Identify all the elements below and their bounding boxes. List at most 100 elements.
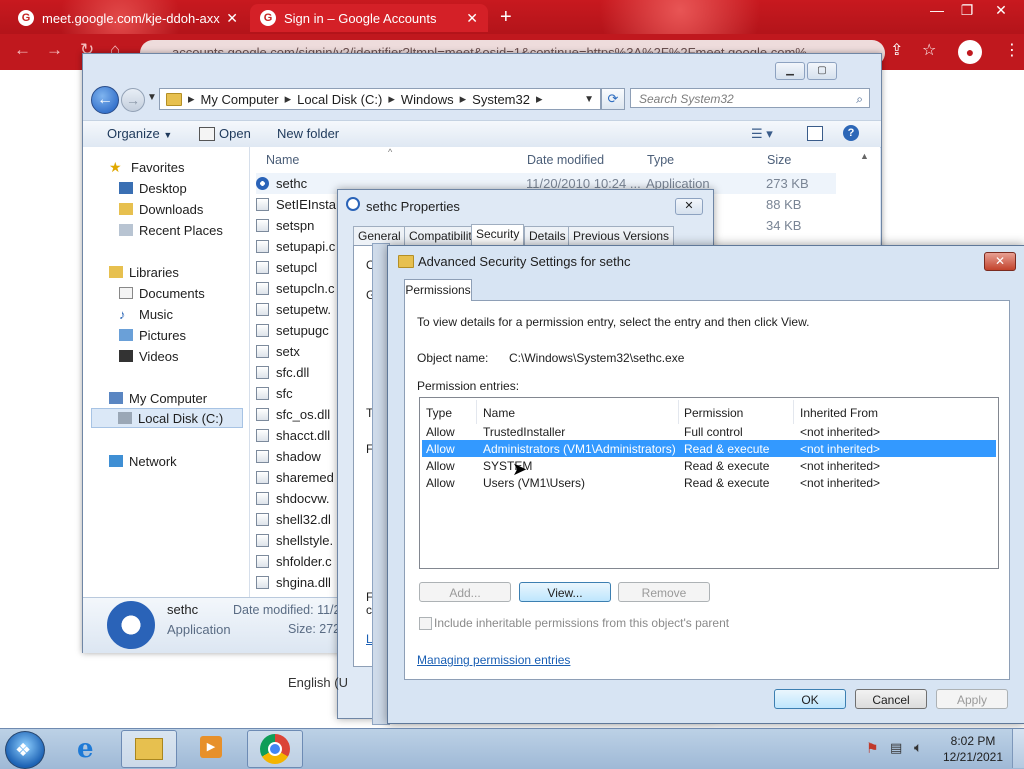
nav-pictures[interactable]: Pictures (119, 325, 186, 345)
header-divider (476, 400, 477, 424)
media-player-taskbar-button[interactable]: ▶ (184, 730, 238, 766)
restore-icon[interactable]: ❐ (952, 0, 982, 20)
help-icon[interactable]: ? (843, 125, 859, 141)
header-name[interactable]: Name (483, 406, 515, 420)
nav-libraries[interactable]: Libraries (109, 262, 179, 282)
sort-up-icon: ^ (388, 147, 393, 157)
permission-type: Allow (426, 476, 455, 490)
breadcrumb-item[interactable]: My Computer (201, 92, 279, 107)
show-desktop-button[interactable] (1012, 729, 1024, 768)
windows-logo-icon: ❖ (15, 740, 32, 760)
view-button[interactable]: View... (519, 582, 611, 602)
scroll-up-icon[interactable]: ▲ (860, 151, 869, 161)
menu-dots-icon[interactable]: ⋮ (1004, 40, 1020, 60)
permission-row[interactable]: Allow SYSTEM Read & execute <not inherited> (422, 457, 996, 474)
internet-explorer-icon: e (77, 734, 94, 764)
start-button[interactable]: ❖ (5, 731, 45, 769)
nav-favorites[interactable]: ★ Favorites (109, 157, 184, 177)
bookmark-star-icon[interactable]: ☆ (922, 40, 936, 60)
nav-downloads[interactable]: Downloads (119, 199, 203, 219)
close-icon[interactable]: ✕ (466, 10, 478, 27)
nav-my-computer[interactable]: My Computer (109, 388, 207, 408)
internet-explorer-taskbar-button[interactable]: e (64, 730, 118, 766)
close-button[interactable]: ✕ (675, 198, 703, 215)
file-icon (256, 408, 269, 421)
profile-avatar-icon[interactable]: ● (958, 40, 982, 64)
chevron-down-icon[interactable]: ▼ (584, 94, 594, 105)
apply-button[interactable]: Apply (936, 689, 1008, 709)
permission-row[interactable]: Allow Administrators (VM1\Administrators)… (422, 440, 996, 457)
chrome-taskbar-button[interactable] (247, 730, 303, 768)
action-center-flag-icon[interactable]: ⚑ (866, 740, 879, 757)
breadcrumb-item[interactable]: Local Disk (C:) (297, 92, 382, 107)
column-type[interactable]: Type (647, 153, 674, 167)
tab-previous-versions[interactable]: Previous Versions (568, 226, 675, 246)
file-name: setupapi.c (276, 239, 336, 254)
permission-row[interactable]: Allow Users (VM1\Users) Read & execute <not… (422, 474, 996, 491)
forward-arrow-icon[interactable]: → (121, 88, 145, 112)
share-icon[interactable]: ⇪ (890, 40, 903, 60)
permission-entries-list[interactable]: Type Name Permission Inherited From Allo… (419, 397, 999, 569)
folder-shape (398, 255, 414, 269)
minimize-icon[interactable]: — (922, 0, 952, 20)
organize-button[interactable]: Organize ▼ (107, 126, 172, 141)
ok-button[interactable]: OK (774, 689, 846, 709)
browser-tab-signin[interactable]: G Sign in – Google Accounts ✕ (250, 4, 488, 32)
close-icon[interactable]: ✕ (226, 10, 238, 27)
recent-pages-icon[interactable]: ▼ (147, 92, 157, 103)
column-size[interactable]: Size (767, 153, 791, 167)
tab-details[interactable]: Details (524, 226, 571, 246)
close-button[interactable]: ✕ (984, 252, 1016, 271)
file-icon (256, 240, 269, 253)
header-permission[interactable]: Permission (684, 406, 743, 420)
breadcrumb-item[interactable]: System32 (472, 92, 530, 107)
search-input[interactable]: Search System32 ⌕ (630, 88, 870, 108)
view-options-icon[interactable]: ☰ ▾ (751, 126, 773, 142)
inherit-checkbox[interactable] (419, 617, 432, 630)
new-tab-button[interactable]: + (500, 6, 512, 29)
header-type[interactable]: Type (426, 406, 452, 420)
nav-label: Desktop (139, 180, 187, 196)
breadcrumb-item[interactable]: Windows (401, 92, 454, 107)
refresh-icon[interactable]: ⟳ (601, 88, 625, 110)
forward-arrow-icon[interactable]: → (46, 40, 63, 60)
minimize-button[interactable]: ▁ (775, 62, 805, 80)
explorer-address-bar[interactable]: ▸ My Computer ▸ Local Disk (C:) ▸ Window… (159, 88, 601, 110)
cancel-button[interactable]: Cancel (855, 689, 927, 709)
browser-tab-meet[interactable]: G meet.google.com/kje-ddoh-axx ✕ (8, 4, 248, 32)
nav-documents[interactable]: Documents (119, 283, 205, 303)
tab-permissions[interactable]: Permissions (404, 279, 472, 301)
nav-recent-places[interactable]: Recent Places (119, 220, 223, 240)
preview-pane-icon[interactable] (807, 126, 823, 141)
volume-icon[interactable]: 🔈︎ (914, 739, 922, 756)
managing-permissions-link[interactable]: Managing permission entries (417, 653, 570, 667)
new-folder-button[interactable]: New folder (277, 126, 339, 141)
nav-desktop[interactable]: Desktop (119, 178, 187, 198)
back-arrow-icon[interactable]: ← (91, 86, 119, 114)
file-name: sethc (276, 176, 308, 191)
system-clock[interactable]: 8:02 PM 12/21/2021 (938, 733, 1008, 765)
network-tray-icon[interactable]: ▤ (890, 740, 902, 756)
column-date-modified[interactable]: Date modified (527, 153, 604, 167)
file-icon (256, 450, 269, 463)
permission-row[interactable]: Allow TrustedInstaller Full control <not in… (422, 423, 996, 440)
advanced-security-title: Advanced Security Settings for sethc (418, 254, 631, 269)
file-name: shell32.dl (276, 512, 331, 527)
header-inherited-from[interactable]: Inherited From (800, 406, 878, 420)
network-icon (109, 455, 123, 467)
explorer-taskbar-button[interactable] (121, 730, 177, 768)
object-name-label: Object name: (417, 351, 489, 365)
maximize-button[interactable]: ▢ (807, 62, 837, 80)
add-button[interactable]: Add... (419, 582, 511, 602)
nav-music[interactable]: ♪ Music (119, 304, 173, 324)
column-name[interactable]: Name (266, 153, 299, 167)
open-button[interactable]: Open (219, 126, 251, 141)
nav-local-disk[interactable]: Local Disk (C:) (91, 408, 243, 428)
permission-permission: Read & execute (684, 476, 770, 490)
back-arrow-icon[interactable]: ← (14, 40, 31, 60)
nav-videos[interactable]: Videos (119, 346, 179, 366)
nav-network[interactable]: Network (109, 451, 177, 471)
close-icon[interactable]: ✕ (986, 0, 1016, 20)
remove-button[interactable]: Remove (618, 582, 710, 602)
tab-security[interactable]: Security (471, 224, 525, 246)
